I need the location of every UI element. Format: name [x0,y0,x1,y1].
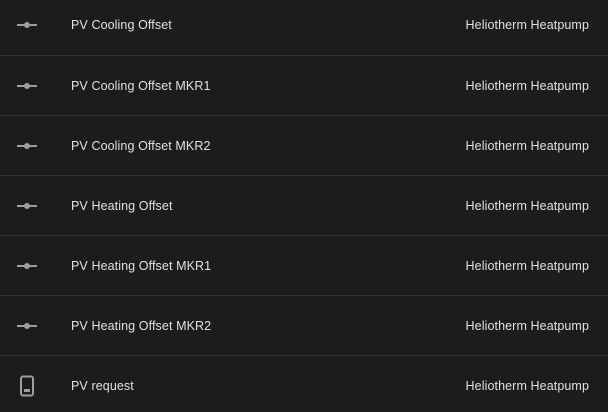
entity-device: Heliotherm Heatpump [465,318,589,333]
entity-device: Heliotherm Heatpump [465,138,589,153]
entity-device: Heliotherm Heatpump [465,198,589,213]
entity-device: Heliotherm Heatpump [465,258,589,273]
entity-name: PV request [71,378,134,393]
entity-row[interactable]: PV request Heliotherm Heatpump [0,355,608,412]
entity-device: Heliotherm Heatpump [465,18,589,32]
entity-name: PV Heating Offset MKR2 [71,318,212,333]
entity-row[interactable]: PV Cooling Offset MKR1 Heliotherm Heatpu… [0,55,608,115]
slider-icon [16,135,38,157]
entity-name: PV Cooling Offset [71,18,172,32]
entity-name: PV Heating Offset [71,198,173,213]
slider-icon [16,315,38,337]
entity-list: PV Cooling Offset Heliotherm Heatpump PV… [0,0,608,412]
slider-icon [16,14,38,36]
entity-name: PV Cooling Offset MKR2 [71,138,211,153]
entity-row[interactable]: PV Cooling Offset MKR2 Heliotherm Heatpu… [0,115,608,175]
entity-row[interactable]: PV Heating Offset MKR2 Heliotherm Heatpu… [0,295,608,355]
entity-device: Heliotherm Heatpump [465,378,589,393]
slider-icon [16,195,38,217]
slider-icon [16,255,38,277]
slider-icon [16,75,38,97]
entity-row[interactable]: PV Cooling Offset Heliotherm Heatpump [0,0,608,55]
entity-name: PV Heating Offset MKR1 [71,258,212,273]
entity-device: Heliotherm Heatpump [465,78,589,93]
switch-device-icon [16,375,38,397]
entity-name: PV Cooling Offset MKR1 [71,78,211,93]
entity-row[interactable]: PV Heating Offset Heliotherm Heatpump [0,175,608,235]
entity-row[interactable]: PV Heating Offset MKR1 Heliotherm Heatpu… [0,235,608,295]
